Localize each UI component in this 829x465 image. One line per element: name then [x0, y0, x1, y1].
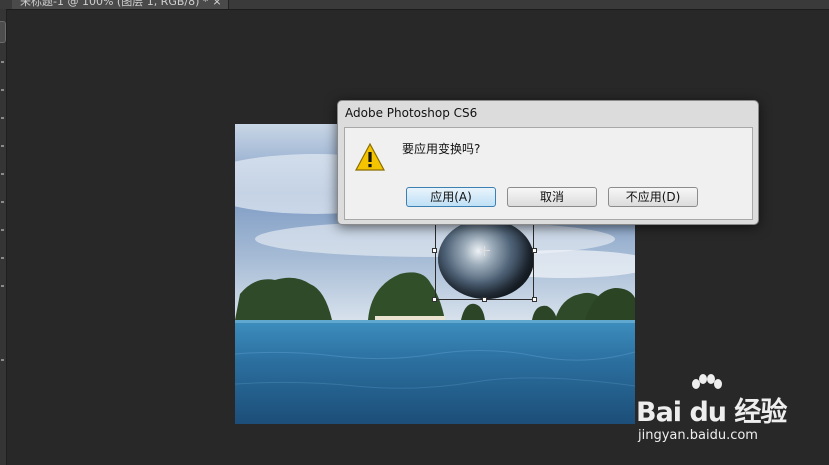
tool-icon[interactable]	[1, 145, 4, 147]
reference-point-icon[interactable]	[480, 246, 490, 256]
dialog-title: Adobe Photoshop CS6	[345, 106, 478, 120]
dont-apply-button[interactable]: 不应用(D)	[608, 187, 698, 207]
transform-handle-bottom[interactable]	[482, 297, 487, 302]
tool-icon[interactable]	[1, 117, 4, 119]
document-tab-title: 未标题-1 @ 100% (图层 1, RGB/8) *	[20, 0, 209, 8]
tool-icon[interactable]	[1, 359, 4, 361]
tool-icon[interactable]	[1, 89, 4, 91]
tools-panel	[0, 9, 7, 465]
apply-button[interactable]: 应用(A)	[406, 187, 496, 207]
apply-transform-dialog: Adobe Photoshop CS6 要应用变换吗? 应用(A) 取消 不应用…	[337, 100, 759, 225]
tool-icon[interactable]	[1, 285, 4, 287]
tool-panel-toggle-button[interactable]	[0, 21, 6, 43]
close-icon[interactable]: ×	[212, 0, 221, 8]
document-tab-bar: 未标题-1 @ 100% (图层 1, RGB/8) * ×	[0, 0, 829, 10]
photoshop-window: 未标题-1 @ 100% (图层 1, RGB/8) * × Adobe Pho…	[0, 0, 829, 465]
tool-icon[interactable]	[1, 61, 4, 63]
warning-icon	[354, 142, 386, 171]
transform-handle-bottom-left[interactable]	[432, 297, 437, 302]
watermark-url: jingyan.baidu.com	[638, 428, 758, 443]
baidu-logo: Bai du 经验	[636, 397, 787, 428]
tool-icon[interactable]	[1, 257, 4, 259]
transform-handle-left[interactable]	[432, 248, 437, 253]
tool-icon[interactable]	[1, 201, 4, 203]
cancel-button[interactable]: 取消	[507, 187, 597, 207]
document-tab[interactable]: 未标题-1 @ 100% (图层 1, RGB/8) * ×	[12, 0, 229, 9]
dialog-message: 要应用变换吗?	[402, 142, 481, 156]
baidu-jingyan-watermark: Bai du 经验 jingyan.baidu.com	[632, 372, 792, 452]
transform-handle-right[interactable]	[532, 248, 537, 253]
tool-icon[interactable]	[1, 173, 4, 175]
transform-handle-bottom-right[interactable]	[532, 297, 537, 302]
tool-icon[interactable]	[1, 229, 4, 231]
